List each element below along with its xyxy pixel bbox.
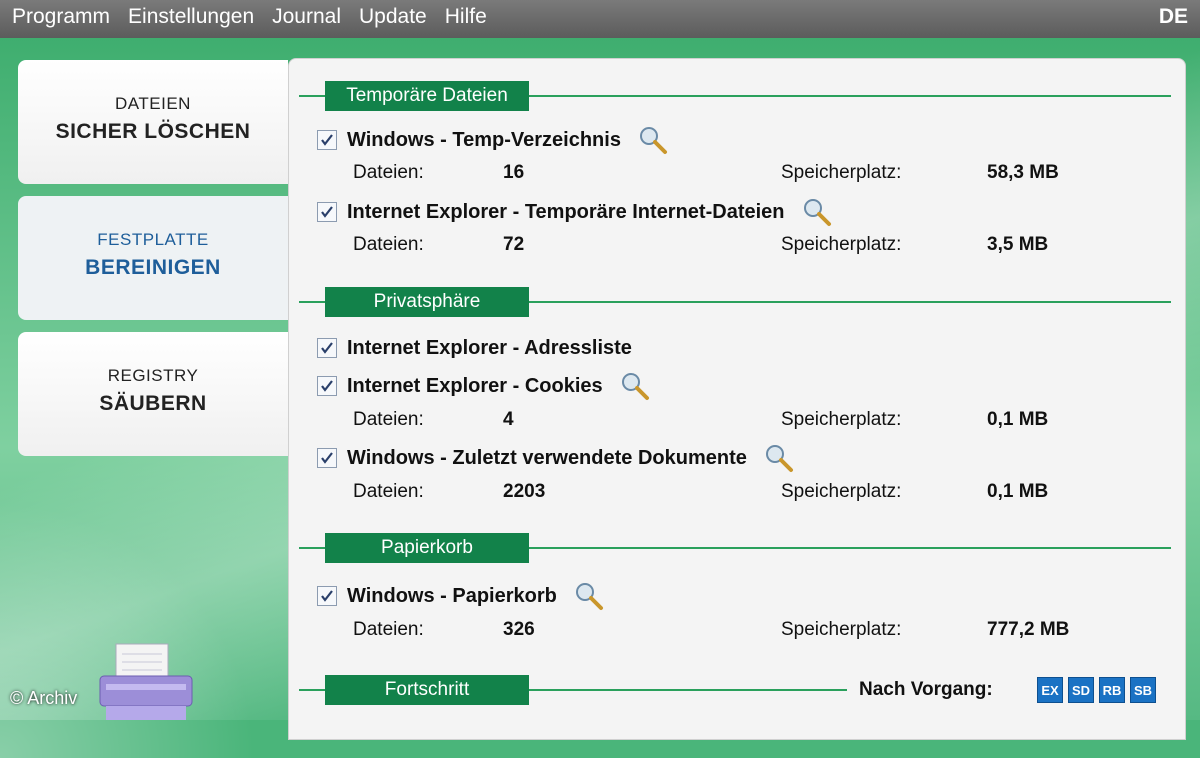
section-recycle-header: Papierkorb xyxy=(299,533,1171,563)
checkbox[interactable] xyxy=(317,376,337,396)
files-count: 4 xyxy=(503,409,514,430)
magnifier-icon[interactable] xyxy=(573,581,605,611)
checkbox[interactable] xyxy=(317,586,337,606)
files-label: Dateien: xyxy=(353,619,424,640)
magnifier-icon[interactable] xyxy=(619,371,651,401)
menubar: Programm Einstellungen Journal Update Hi… xyxy=(0,0,1200,38)
menu-programm[interactable]: Programm xyxy=(12,5,110,29)
space-value: 3,5 MB xyxy=(987,234,1049,255)
section-title: Temporäre Dateien xyxy=(325,81,529,111)
nav-line2: SICHER LÖSCHEN xyxy=(55,120,251,143)
menu-journal[interactable]: Journal xyxy=(272,5,341,29)
nav-line2: SÄUBERN xyxy=(99,392,207,415)
after-process-ex-button[interactable]: EX xyxy=(1037,677,1063,703)
files-count: 2203 xyxy=(503,481,546,502)
nav-line1: DATEIEN xyxy=(115,94,191,113)
files-label: Dateien: xyxy=(353,481,424,502)
after-process-sb-button[interactable]: SB xyxy=(1130,677,1156,703)
files-count: 16 xyxy=(503,162,525,183)
space-value: 0,1 MB xyxy=(987,409,1049,430)
space-value: 58,3 MB xyxy=(987,162,1059,183)
nav-line1: REGISTRY xyxy=(107,366,199,385)
menu: Programm Einstellungen Journal Update Hi… xyxy=(12,5,505,29)
nav-line1: FESTPLATTE xyxy=(97,230,209,249)
item-title: Windows - Temp-Verzeichnis xyxy=(347,128,621,151)
item-windows-temp: Windows - Temp-Verzeichnis xyxy=(317,125,669,155)
space-value: 777,2 MB xyxy=(987,619,1070,640)
space-value: 0,1 MB xyxy=(987,481,1049,502)
files-label: Dateien: xyxy=(353,162,424,183)
files-label: Dateien: xyxy=(353,234,424,255)
files-label: Dateien: xyxy=(353,409,424,430)
section-privacy-header: Privatsphäre xyxy=(299,287,1171,317)
magnifier-icon[interactable] xyxy=(637,125,669,155)
menu-einstellungen[interactable]: Einstellungen xyxy=(128,5,254,29)
content-panel: Temporäre Dateien Windows - Temp-Verzeic… xyxy=(288,58,1186,740)
nav-line2: BEREINIGEN xyxy=(85,256,221,279)
after-process-sd-button[interactable]: SD xyxy=(1068,677,1094,703)
section-title: Fortschritt xyxy=(325,675,529,705)
space-label: Speicherplatz: xyxy=(781,409,902,430)
checkbox[interactable] xyxy=(317,130,337,150)
menu-update[interactable]: Update xyxy=(359,5,427,29)
item-title: Internet Explorer - Adressliste xyxy=(347,336,632,359)
item-ie-temp-files: Internet Explorer - Temporäre Internet-D… xyxy=(317,197,833,227)
space-label: Speicherplatz: xyxy=(781,162,902,183)
item-title: Windows - Zuletzt verwendete Dokumente xyxy=(347,446,747,469)
item-title: Internet Explorer - Temporäre Internet-D… xyxy=(347,200,785,223)
language-selector[interactable]: DE xyxy=(1159,5,1188,29)
section-title: Privatsphäre xyxy=(325,287,529,317)
item-title: Windows - Papierkorb xyxy=(347,584,557,607)
item-ie-address-list: Internet Explorer - Adressliste xyxy=(317,333,632,363)
magnifier-icon[interactable] xyxy=(801,197,833,227)
after-process-rb-button[interactable]: RB xyxy=(1099,677,1125,703)
after-process-label: Nach Vorgang: xyxy=(859,679,993,700)
nav-dateien-sicher-loeschen[interactable]: DATEIEN SICHER LÖSCHEN xyxy=(18,60,288,184)
space-label: Speicherplatz: xyxy=(781,619,902,640)
item-windows-recycle-bin: Windows - Papierkorb xyxy=(317,581,605,611)
checkbox[interactable] xyxy=(317,202,337,222)
checkbox[interactable] xyxy=(317,338,337,358)
section-temp-header: Temporäre Dateien xyxy=(299,81,1171,111)
item-title: Internet Explorer - Cookies xyxy=(347,374,603,397)
section-title: Papierkorb xyxy=(325,533,529,563)
item-ie-cookies: Internet Explorer - Cookies xyxy=(317,371,651,401)
shredder-icon xyxy=(99,643,193,720)
checkbox[interactable] xyxy=(317,448,337,468)
space-label: Speicherplatz: xyxy=(781,481,902,502)
nav-festplatte-bereinigen[interactable]: FESTPLATTE BEREINIGEN xyxy=(18,196,288,320)
menu-hilfe[interactable]: Hilfe xyxy=(445,5,487,29)
nav-registry-saeubern[interactable]: REGISTRY SÄUBERN xyxy=(18,332,288,456)
magnifier-icon[interactable] xyxy=(763,443,795,473)
space-label: Speicherplatz: xyxy=(781,234,902,255)
files-count: 326 xyxy=(503,619,535,640)
item-windows-recent-docs: Windows - Zuletzt verwendete Dokumente xyxy=(317,443,795,473)
files-count: 72 xyxy=(503,234,525,255)
archive-watermark: © Archiv xyxy=(10,688,78,708)
section-progress-header: Fortschritt xyxy=(299,675,847,705)
